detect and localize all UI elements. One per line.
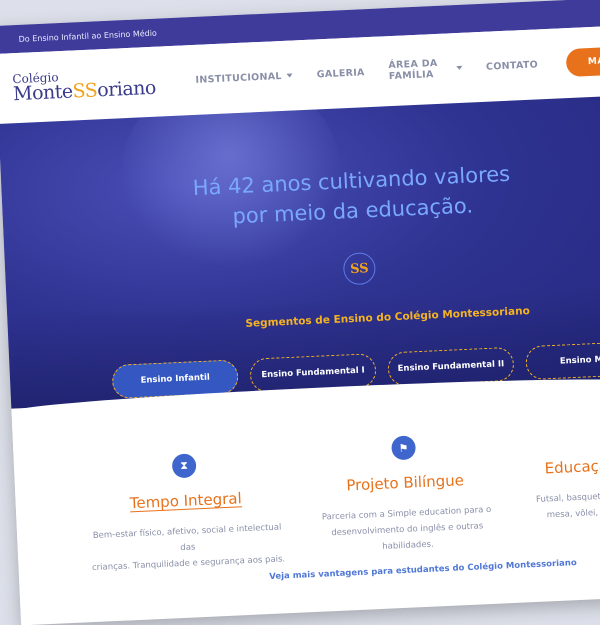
logo-line2: MonteSSoriano — [12, 76, 157, 105]
feature-educacao: ⚽ Educação Futsal, basquete, bac mesa, v… — [513, 414, 600, 525]
hero-banner: Há 42 anos cultivando valores por meio d… — [0, 94, 600, 409]
feature-title[interactable]: Tempo Integral — [85, 487, 286, 514]
feature-title[interactable]: Educação — [544, 452, 600, 477]
feature-title[interactable]: Projeto Bilíngue — [305, 469, 506, 496]
more-advantages-link[interactable]: Veja mais vantagens para estudantes do C… — [269, 558, 577, 582]
chevron-down-icon — [455, 65, 463, 71]
nav-item-institucional[interactable]: INSTITUCIONAL — [195, 70, 293, 85]
nav-item-area-familia[interactable]: ÁREA DA FAMÍLIA — [388, 57, 463, 82]
feature-tempo-integral: ⧗ Tempo Integral Bem-estar físico, afeti… — [84, 449, 289, 576]
main-nav: INSTITUCIONAL GALERIA ÁREA DA FAMÍLIA CO… — [195, 53, 539, 91]
website-page: Do Ensino Infantil ao Ensino Médio Colég… — [0, 0, 600, 625]
nav-item-contato[interactable]: CONTATO — [486, 59, 538, 72]
segment-ensino-medio[interactable]: Ensino Médi — [525, 340, 600, 381]
site-logo[interactable]: Colégio MonteSSoriano — [12, 66, 157, 105]
chevron-down-icon — [286, 73, 293, 78]
logo-badge-icon: SS — [342, 251, 377, 286]
hourglass-icon: ⧗ — [171, 453, 197, 479]
flag-icon: ⚑ — [391, 435, 417, 461]
feature-projeto-bilingue: ⚑ Projeto Bilíngue Parceria com a Simple… — [303, 431, 508, 558]
tagline: Do Ensino Infantil ao Ensino Médio — [18, 28, 158, 44]
feature-desc: Futsal, basquete, bac mesa, vôlei, xadre — [535, 491, 600, 521]
matricula-button[interactable]: MATR — [565, 45, 600, 78]
nav-item-galeria[interactable]: GALERIA — [316, 67, 364, 80]
features-section: ⧗ Tempo Integral Bem-estar físico, afeti… — [12, 394, 600, 624]
feature-desc: Bem-estar físico, afetivo, social e inte… — [91, 522, 286, 574]
feature-desc: Parceria com a Simple education para o d… — [321, 504, 492, 552]
